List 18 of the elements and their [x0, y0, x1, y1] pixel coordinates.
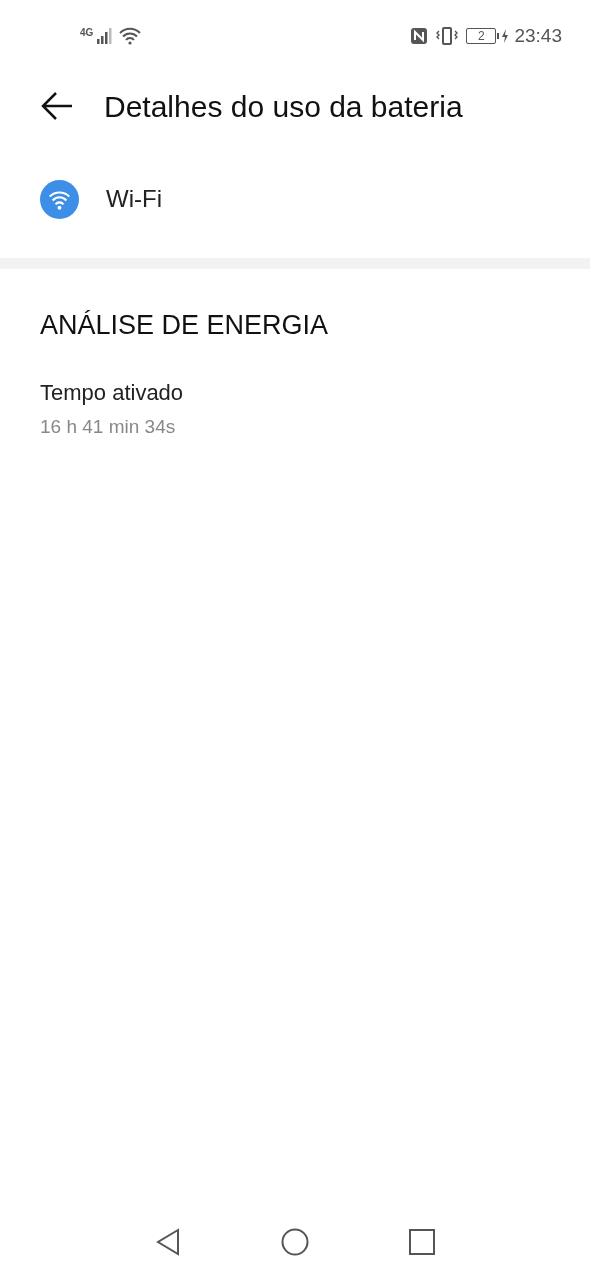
home-nav-button[interactable]	[281, 1228, 309, 1256]
item-value: 16 h 41 min 34s	[40, 414, 177, 439]
item-label: Tempo ativado	[40, 378, 185, 407]
section-heading: ANÁLISE DE ENERGIA	[40, 309, 330, 342]
page-title: Detalhes do uso da bateria	[104, 88, 463, 125]
app-name: Wi-Fi	[106, 184, 162, 214]
back-button[interactable]	[40, 91, 74, 121]
clock-time: 23:43	[514, 23, 562, 48]
battery-icon: 2	[466, 28, 497, 44]
network-type: 4G	[80, 28, 94, 38]
charging-icon	[496, 28, 511, 44]
recents-nav-button[interactable]	[409, 1229, 435, 1255]
vibrate-icon	[436, 27, 459, 45]
nfc-icon	[410, 27, 429, 45]
wifi-icon	[119, 27, 142, 45]
signal-icon	[95, 28, 114, 44]
back-nav-button[interactable]	[155, 1228, 181, 1256]
wifi-app-icon	[40, 179, 79, 219]
